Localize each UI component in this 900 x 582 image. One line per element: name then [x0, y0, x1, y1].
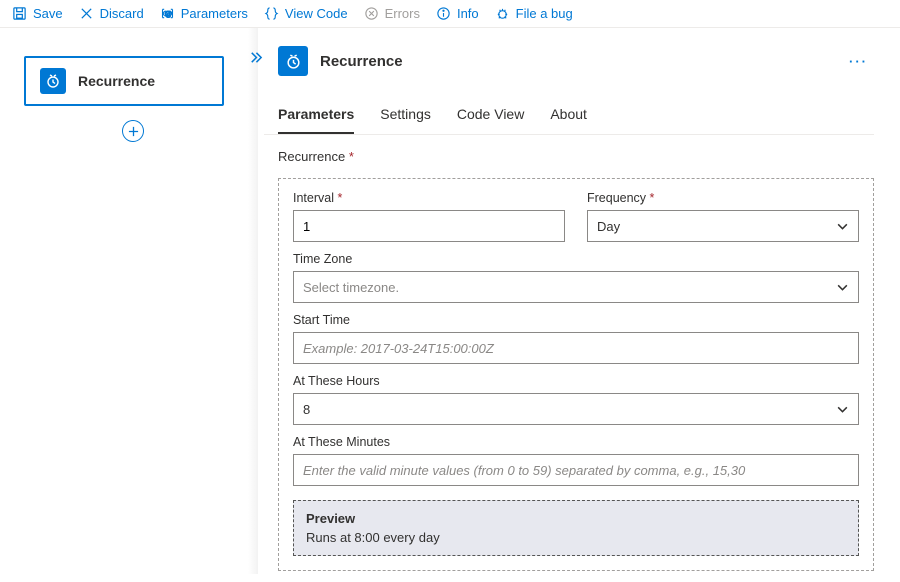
- plus-icon: [128, 126, 139, 137]
- hours-value: 8: [303, 402, 310, 417]
- tab-parameters[interactable]: Parameters: [278, 98, 354, 134]
- preview-box: Preview Runs at 8:00 every day: [293, 500, 859, 556]
- bug-icon: [495, 6, 510, 21]
- panel-header: Recurrence ···: [264, 46, 874, 76]
- save-icon: [12, 6, 27, 21]
- designer-toolbar: Save Discard @ Parameters View Code Erro…: [0, 0, 900, 28]
- collapse-pane-button[interactable]: [248, 50, 263, 68]
- chevron-down-icon: [836, 220, 849, 233]
- panel-tabs: Parameters Settings Code View About: [264, 98, 874, 135]
- clock-icon: [40, 68, 66, 94]
- hours-select[interactable]: 8: [293, 393, 859, 425]
- minutes-label: At These Minutes: [293, 435, 859, 449]
- discard-button[interactable]: Discard: [79, 6, 144, 21]
- frequency-select[interactable]: Day: [587, 210, 859, 242]
- canvas-pane: Recurrence: [0, 28, 258, 574]
- close-icon: [79, 6, 94, 21]
- view-code-button[interactable]: View Code: [264, 6, 348, 21]
- panel-title: Recurrence: [320, 53, 403, 70]
- file-bug-button[interactable]: File a bug: [495, 6, 573, 21]
- timezone-label: Time Zone: [293, 252, 859, 266]
- hours-label: At These Hours: [293, 374, 859, 388]
- chevron-down-icon: [836, 403, 849, 416]
- trigger-card[interactable]: Recurrence: [24, 56, 224, 106]
- add-step-button[interactable]: [122, 120, 144, 142]
- tab-about[interactable]: About: [550, 98, 587, 134]
- recurrence-form: Interval Frequency Day Time Zone Select …: [278, 178, 874, 571]
- save-button[interactable]: Save: [12, 6, 63, 21]
- info-label: Info: [457, 6, 479, 21]
- timezone-placeholder: Select timezone.: [303, 280, 399, 295]
- details-pane: Recurrence ··· Parameters Settings Code …: [258, 28, 900, 574]
- tab-settings[interactable]: Settings: [380, 98, 431, 134]
- frequency-value: Day: [597, 219, 620, 234]
- chevron-right-double-icon: [248, 50, 263, 65]
- preview-title: Preview: [306, 511, 846, 526]
- timezone-select[interactable]: Select timezone.: [293, 271, 859, 303]
- workspace: Recurrence Recurrence ··· Parameters Set…: [0, 28, 900, 574]
- interval-label: Interval: [293, 191, 565, 205]
- parameters-icon: @: [160, 6, 175, 21]
- tab-code-view[interactable]: Code View: [457, 98, 524, 134]
- errors-label: Errors: [385, 6, 420, 21]
- starttime-input[interactable]: [293, 332, 859, 364]
- minutes-input[interactable]: [293, 454, 859, 486]
- trigger-card-label: Recurrence: [78, 73, 155, 89]
- info-icon: [436, 6, 451, 21]
- panel-more-menu[interactable]: ···: [849, 54, 874, 69]
- preview-text: Runs at 8:00 every day: [306, 530, 846, 545]
- parameters-label: Parameters: [181, 6, 248, 21]
- view-code-label: View Code: [285, 6, 348, 21]
- info-button[interactable]: Info: [436, 6, 479, 21]
- parameters-button[interactable]: @ Parameters: [160, 6, 248, 21]
- save-label: Save: [33, 6, 63, 21]
- braces-icon: [264, 6, 279, 21]
- error-icon: [364, 6, 379, 21]
- discard-label: Discard: [100, 6, 144, 21]
- section-label: Recurrence: [264, 149, 874, 164]
- file-bug-label: File a bug: [516, 6, 573, 21]
- interval-input[interactable]: [293, 210, 565, 242]
- errors-button: Errors: [364, 6, 420, 21]
- clock-icon: [278, 46, 308, 76]
- frequency-label: Frequency: [587, 191, 859, 205]
- svg-text:@: @: [165, 9, 172, 18]
- chevron-down-icon: [836, 281, 849, 294]
- starttime-label: Start Time: [293, 313, 859, 327]
